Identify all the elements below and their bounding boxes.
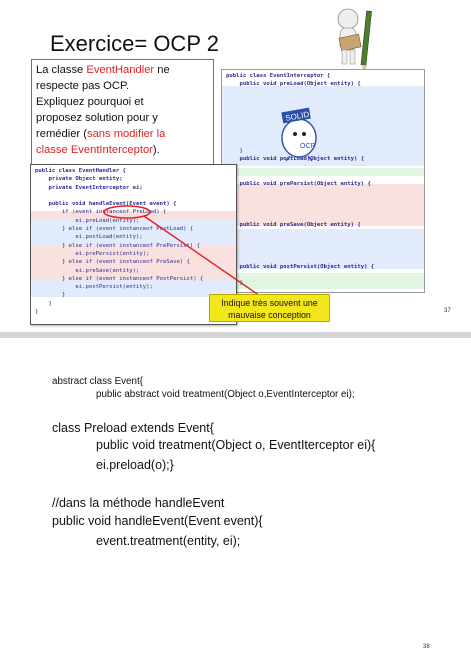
callout-arrow [143, 215, 264, 299]
slide-38: abstract class Event{ public abstract voi… [0, 338, 471, 670]
solution-line: public void handleEvent(Event event){ [52, 514, 263, 528]
page-number: 38 [423, 644, 430, 650]
callout-note: Indique très souvent une mauvaise concep… [209, 294, 330, 322]
solution-line: abstract class Event{ [52, 376, 143, 387]
solution-line: ei.preload(o);} [96, 458, 174, 472]
solution-line: public void treatment(Object o, EventIte… [96, 438, 376, 452]
slide-37: Exercice= OCP 2 La classe EventHandler n… [0, 0, 471, 332]
solution-line: class Preload extends Event{ [52, 421, 214, 435]
instanceof-circle [103, 205, 151, 219]
instanceof-annotation [103, 205, 264, 299]
solution-line: public abstract void treatment(Object o,… [96, 389, 355, 400]
solution-line: event.treatment(entity, ei); [96, 534, 241, 548]
page-number: 37 [444, 308, 451, 314]
solution-line: //dans la méthode handleEvent [52, 496, 225, 510]
